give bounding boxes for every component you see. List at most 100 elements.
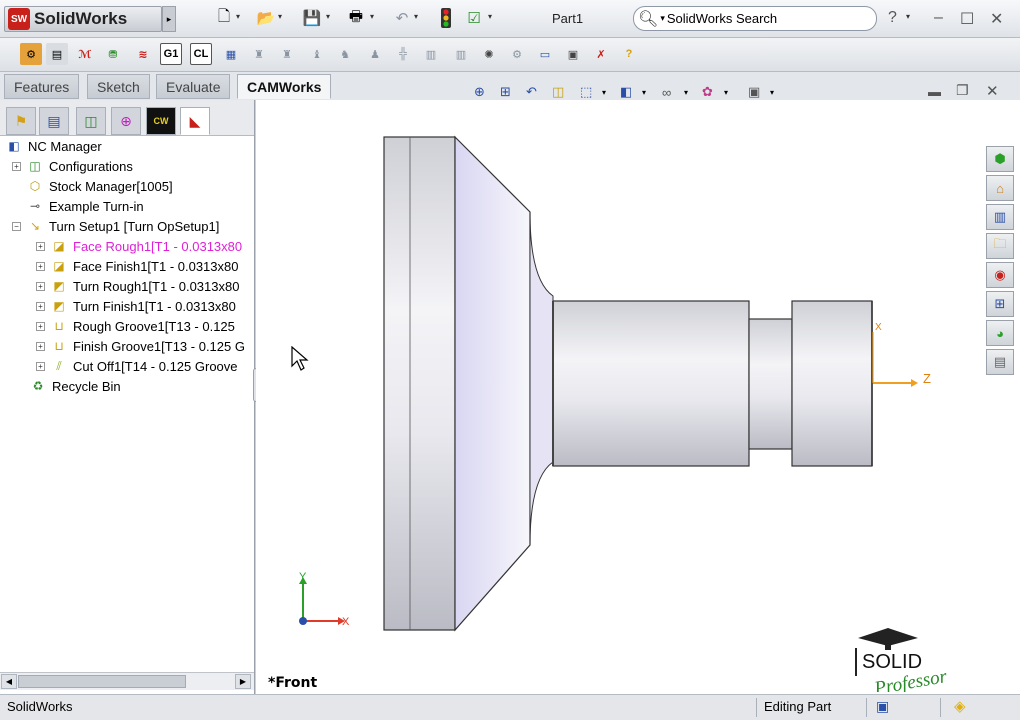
feature-manager-tab-icon[interactable]: ⚑: [6, 107, 36, 135]
new-dropdown-icon[interactable]: ▾: [236, 12, 240, 21]
camworks-feature-tree-tab-icon[interactable]: CW: [146, 107, 176, 135]
expand-icon[interactable]: +: [36, 281, 45, 291]
tree-item-turn-finish[interactable]: + ◩ Turn Finish1[T1 - 0.0313x80: [36, 296, 236, 316]
section-view-icon[interactable]: ◫: [552, 84, 580, 100]
scroll-left-icon[interactable]: ◀: [1, 674, 17, 689]
menu-expand-arrow[interactable]: ▸: [162, 6, 176, 32]
tree-item-stock-manager[interactable]: ⬡ Stock Manager[1005]: [27, 176, 173, 196]
view-orientation-dropdown-icon[interactable]: ▾: [602, 88, 620, 97]
hide-show-dropdown-icon[interactable]: ▾: [684, 88, 702, 97]
simulate-toolpath-icon[interactable]: ♜: [248, 43, 270, 65]
reorder-icon[interactable]: ▥: [420, 43, 442, 65]
operation-icon[interactable]: ♞: [334, 43, 356, 65]
print-dropdown-icon[interactable]: ▾: [370, 12, 374, 21]
view-settings-icon[interactable]: ▣: [748, 84, 770, 100]
options-dropdown-icon[interactable]: ▾: [488, 12, 492, 21]
viewport-close-icon[interactable]: ✕: [986, 82, 999, 100]
view-settings-dropdown-icon[interactable]: ▾: [770, 88, 784, 97]
expand-icon[interactable]: +: [12, 161, 21, 171]
undo-icon[interactable]: ↶: [392, 8, 412, 28]
minimize-button[interactable]: –: [934, 9, 943, 27]
tab-sketch[interactable]: Sketch: [87, 74, 150, 99]
hide-show-items-icon[interactable]: ∞: [662, 85, 684, 100]
camworks-operation-tree-tab-icon[interactable]: ◣: [180, 107, 210, 135]
cl-file-icon[interactable]: CL: [190, 43, 212, 65]
design-library-icon[interactable]: ▥: [986, 204, 1014, 230]
expand-icon[interactable]: +: [36, 261, 45, 271]
print-icon[interactable]: 🖶: [346, 8, 366, 28]
expand-icon[interactable]: +: [36, 361, 45, 371]
expand-icon[interactable]: +: [36, 321, 45, 331]
tree-item-configurations[interactable]: + ◫ Configurations: [12, 156, 133, 176]
database-icon[interactable]: ▭: [534, 43, 556, 65]
setup-sheet-icon[interactable]: ▦: [220, 43, 242, 65]
scroll-right-icon[interactable]: ▶: [235, 674, 251, 689]
home-icon[interactable]: ⌂: [986, 175, 1014, 201]
tab-features[interactable]: Features: [4, 74, 80, 99]
search-box[interactable]: 🔍︎ ▾ SolidWorks Search: [633, 6, 877, 31]
insert-feature-icon[interactable]: ♟: [364, 43, 386, 65]
view-orientation-icon[interactable]: ⬚: [580, 84, 602, 100]
solidworks-menu-button[interactable]: SW SolidWorks: [4, 6, 162, 32]
define-machine-icon[interactable]: ⚙: [20, 43, 42, 65]
appearance-dropdown-icon[interactable]: ▾: [724, 88, 748, 97]
zoom-to-fit-icon[interactable]: ⊕: [474, 84, 500, 100]
stock-manager-icon[interactable]: ▤: [46, 43, 68, 65]
search-results-icon[interactable]: ◉: [986, 262, 1014, 288]
file-explorer-icon[interactable]: 🗀: [986, 233, 1014, 259]
tab-camworks[interactable]: CAMWorks: [237, 74, 332, 99]
post-process-g1-icon[interactable]: G1: [160, 43, 182, 65]
rebuild-icon[interactable]: ╬: [392, 43, 414, 65]
scroll-thumb[interactable]: [18, 675, 186, 688]
collapse-icon[interactable]: −: [12, 221, 21, 231]
step-through-icon[interactable]: ♜: [276, 43, 298, 65]
generate-toolpath-icon[interactable]: ≋: [132, 43, 154, 65]
process-icon[interactable]: ✺: [478, 43, 500, 65]
extract-features-icon[interactable]: ℳ: [74, 43, 96, 65]
tree-item-cut-off[interactable]: + ⫽ Cut Off1[T14 - 0.125 Groove: [36, 356, 238, 376]
zoom-to-area-icon[interactable]: ⊞: [500, 84, 526, 100]
undo-dropdown-icon[interactable]: ▾: [414, 12, 418, 21]
tree-item-face-rough[interactable]: + ◪ Face Rough1[T1 - 0.0313x80: [36, 236, 242, 256]
configuration-manager-tab-icon[interactable]: ◫: [76, 107, 106, 135]
options-icon[interactable]: ☑: [464, 8, 484, 28]
help-dropdown-icon[interactable]: ▾: [906, 12, 910, 21]
expand-icon[interactable]: +: [36, 241, 45, 251]
dimxpert-tab-icon[interactable]: ⊕: [111, 107, 141, 135]
options-tools-icon[interactable]: ✗: [590, 43, 612, 65]
tree-item-finish-groove[interactable]: + ⊔ Finish Groove1[T13 - 0.125 G: [36, 336, 245, 356]
display-style-icon[interactable]: ◧: [620, 84, 642, 100]
tree-root-nc-manager[interactable]: ◧ NC Manager: [6, 136, 101, 156]
generate-plan-icon[interactable]: ⛃: [102, 43, 124, 65]
sort-icon[interactable]: ▥: [450, 43, 472, 65]
appearances-icon[interactable]: ◕: [986, 320, 1014, 346]
save-icon[interactable]: 💾: [302, 8, 322, 28]
previous-view-icon[interactable]: ↶: [526, 84, 552, 100]
tree-item-machine[interactable]: ⊸ Example Turn-in: [27, 196, 144, 216]
new-document-icon[interactable]: 🗋: [214, 8, 234, 28]
solidworks-resources-icon[interactable]: ⬢: [986, 146, 1014, 172]
tree-item-turn-rough[interactable]: + ◩ Turn Rough1[T1 - 0.0313x80: [36, 276, 239, 296]
settings-icon[interactable]: ⚙: [506, 43, 528, 65]
maximize-button[interactable]: ☐: [960, 9, 974, 29]
search-icon[interactable]: 🔍︎: [638, 9, 658, 29]
tree-item-rough-groove[interactable]: + ⊔ Rough Groove1[T13 - 0.125: [36, 316, 235, 336]
tree-item-turn-setup[interactable]: − ↘ Turn Setup1 [Turn OpSetup1]: [12, 216, 219, 236]
open-dropdown-icon[interactable]: ▾: [278, 12, 282, 21]
custom-properties-icon[interactable]: ▤: [986, 349, 1014, 375]
help-icon[interactable]: ?: [888, 9, 897, 27]
edit-appearance-icon[interactable]: ✿: [702, 84, 724, 100]
view-palette-icon[interactable]: ⊞: [986, 291, 1014, 317]
save-dropdown-icon[interactable]: ▾: [326, 12, 330, 21]
tool-icon[interactable]: ♝: [306, 43, 328, 65]
units-icon[interactable]: ▣: [876, 698, 889, 715]
open-folder-icon[interactable]: 📂: [256, 8, 276, 28]
tree-item-face-finish[interactable]: + ◪ Face Finish1[T1 - 0.0313x80: [36, 256, 238, 276]
graphics-area[interactable]: Z X Y X: [256, 100, 1020, 694]
expand-icon[interactable]: +: [36, 341, 45, 351]
technology-icon[interactable]: ▣: [562, 43, 584, 65]
display-style-dropdown-icon[interactable]: ▾: [642, 88, 662, 97]
property-manager-tab-icon[interactable]: ▤: [39, 107, 69, 135]
viewport-restore-icon[interactable]: ❐: [956, 82, 969, 99]
horizontal-scrollbar[interactable]: ◀ ▶: [0, 672, 254, 690]
